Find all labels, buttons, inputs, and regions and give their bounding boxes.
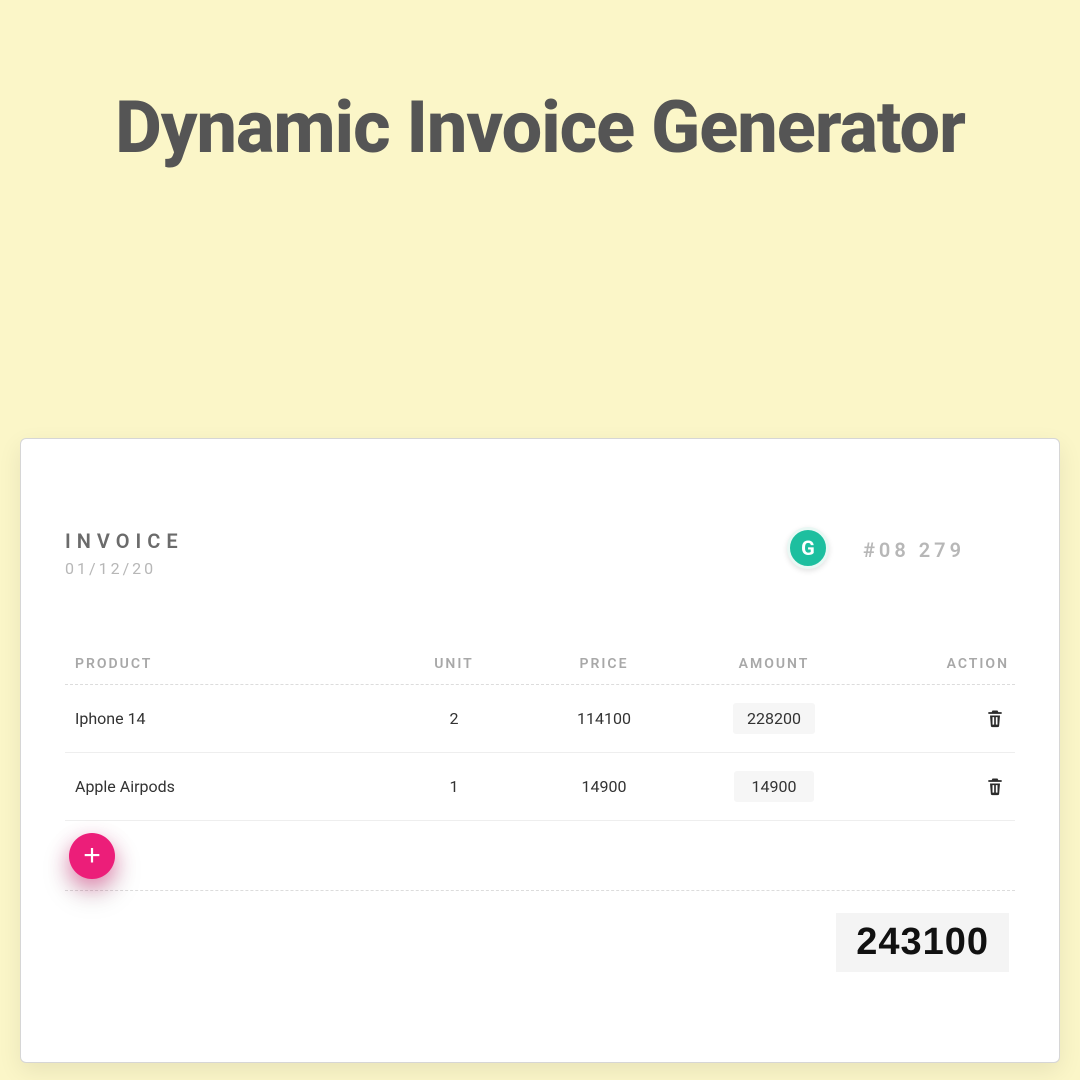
delete-row-button[interactable]	[981, 704, 1009, 732]
plus-icon: +	[83, 841, 101, 871]
header-product: PRODUCT	[75, 656, 389, 672]
invoice-total: 243100	[836, 913, 1009, 972]
table-row: Apple Airpods 1 14900 14900	[65, 753, 1015, 821]
cell-action	[859, 772, 1009, 801]
cell-action	[859, 704, 1009, 733]
invoice-header: INVOICE 01/12/20 G #08 279	[65, 529, 1015, 578]
header-price: PRICE	[519, 656, 689, 672]
cell-price[interactable]: 14900	[519, 777, 689, 796]
cell-unit[interactable]: 1	[389, 777, 519, 796]
trash-icon	[985, 707, 1005, 729]
cell-amount: 14900	[689, 771, 859, 802]
delete-row-button[interactable]	[981, 772, 1009, 800]
amount-chip: 14900	[734, 771, 814, 802]
invoice-number: #08 279	[863, 538, 1015, 562]
add-row-area: +	[65, 821, 1015, 891]
header-action: ACTION	[859, 656, 1009, 672]
header-amount: AMOUNT	[689, 656, 859, 672]
invoice-header-left: INVOICE 01/12/20	[65, 529, 184, 578]
header-unit: UNIT	[389, 656, 519, 672]
cell-unit[interactable]: 2	[389, 709, 519, 728]
cell-amount: 228200	[689, 703, 859, 734]
invoice-header-right: G #08 279	[787, 529, 1015, 571]
invoice-table: PRODUCT UNIT PRICE AMOUNT ACTION Iphone …	[65, 656, 1015, 972]
badge-letter: G	[801, 536, 815, 560]
add-row-button[interactable]: +	[69, 833, 115, 879]
invoice-date: 01/12/20	[65, 559, 184, 578]
invoice-label: INVOICE	[65, 529, 184, 553]
trash-icon	[985, 775, 1005, 797]
table-header-row: PRODUCT UNIT PRICE AMOUNT ACTION	[65, 656, 1015, 685]
cell-product[interactable]: Apple Airpods	[75, 777, 389, 796]
invoice-card: INVOICE 01/12/20 G #08 279 PRODUCT UNIT …	[20, 438, 1060, 1063]
amount-chip: 228200	[733, 703, 815, 734]
grammarly-badge-icon[interactable]: G	[787, 527, 829, 569]
cell-price[interactable]: 114100	[519, 709, 689, 728]
cell-product[interactable]: Iphone 14	[75, 709, 389, 728]
table-row: Iphone 14 2 114100 228200	[65, 685, 1015, 753]
total-row: 243100	[65, 891, 1015, 972]
page-title: Dynamic Invoice Generator	[0, 0, 1080, 170]
